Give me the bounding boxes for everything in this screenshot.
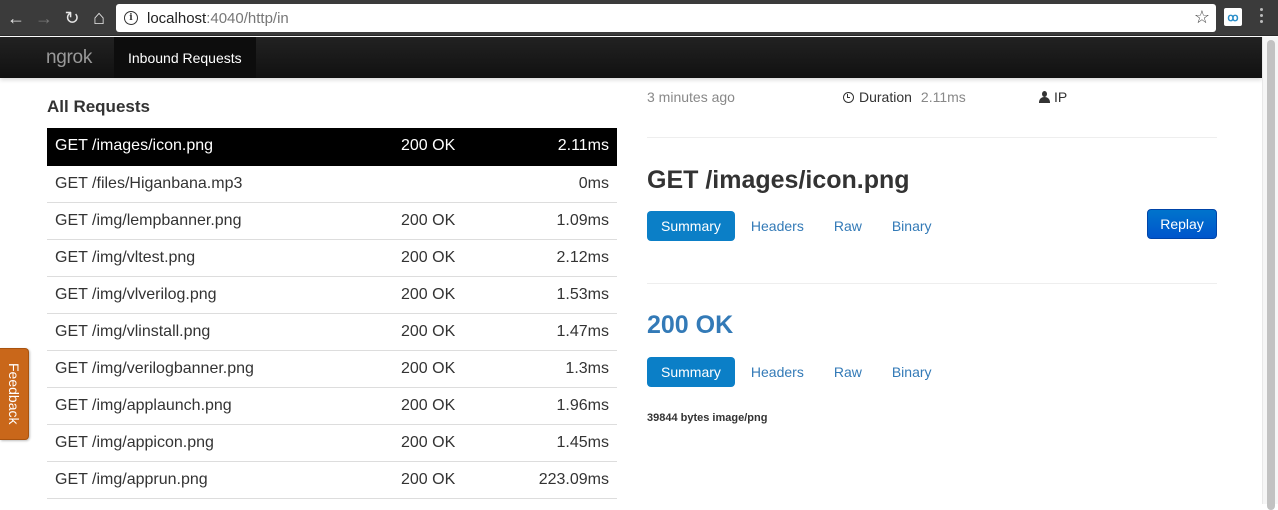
request-row[interactable]: GET /img/verilogbanner.png 200 OK 1.3ms — [47, 350, 617, 387]
request-tabs: Summary Headers Raw Binary — [647, 211, 946, 241]
request-path: GET /img/apprun.png — [55, 470, 208, 488]
request-duration: 1.09ms — [556, 211, 609, 229]
request-status: 200 OK — [401, 396, 456, 414]
user-icon — [1039, 91, 1050, 103]
request-path: GET /img/lempbanner.png — [55, 211, 242, 229]
request-row[interactable]: GET /img/apprun.png 200 OK 223.09ms — [47, 461, 617, 498]
arrow-left-icon: ← — [7, 7, 25, 28]
brand-logo[interactable]: ngrok — [46, 47, 92, 69]
url-text[interactable]: localhost:4040/http/in — [147, 10, 289, 27]
feedback-tab[interactable]: Feedback — [0, 348, 29, 440]
request-path: GET /img/vlinstall.png — [55, 322, 211, 340]
request-path: GET /img/vltest.png — [55, 248, 196, 266]
request-status: 200 OK — [401, 322, 456, 340]
request-status: 200 OK — [401, 433, 456, 451]
duration-label: Duration — [859, 89, 912, 105]
all-requests-title: All Requests — [47, 97, 150, 116]
response-tab-summary[interactable]: Summary — [647, 357, 735, 387]
request-path: GET /img/verilogbanner.png — [55, 359, 254, 377]
reload-button[interactable]: ↻ — [60, 6, 84, 30]
request-row[interactable]: GET /images/icon.png 200 OK 2.11ms — [47, 128, 617, 165]
request-duration: 1.47ms — [556, 322, 609, 340]
response-status-title: 200 OK — [647, 311, 734, 339]
response-tab-headers[interactable]: Headers — [737, 357, 818, 387]
request-path: GET /files/Higanbana.mp3 — [55, 174, 243, 192]
request-status: 200 OK — [401, 285, 456, 303]
arrow-right-icon: → — [35, 7, 53, 28]
nav-tab-inbound-requests[interactable]: Inbound Requests — [114, 37, 256, 78]
info-icon[interactable]: i — [124, 11, 138, 25]
feedback-label: Feedback — [6, 363, 22, 425]
request-status: 200 OK — [401, 211, 456, 229]
app-navbar: ngrok Inbound Requests — [0, 37, 1262, 78]
back-button[interactable]: ← — [4, 6, 28, 30]
request-path: GET /images/icon.png — [55, 137, 214, 155]
scrollbar-thumb[interactable] — [1267, 40, 1275, 510]
url-host: localhost — [147, 9, 207, 27]
home-icon: ⌂ — [92, 6, 106, 29]
request-status — [393, 165, 503, 202]
request-path: GET /img/appicon.png — [55, 433, 214, 451]
request-status: 200 OK — [401, 359, 456, 377]
request-duration: 1.3ms — [565, 359, 609, 377]
request-path: GET /img/applaunch.png — [55, 396, 232, 414]
response-tabs: Summary Headers Raw Binary — [647, 357, 946, 387]
reload-icon: ↻ — [64, 7, 80, 28]
request-duration: 0ms — [578, 174, 609, 192]
request-row[interactable]: GET /img/vltest.png 200 OK 2.12ms — [47, 239, 617, 276]
request-row[interactable]: GET /img/vlinstall.png 200 OK 1.47ms — [47, 313, 617, 350]
request-row[interactable]: GET /img/lempbanner.png 200 OK 1.09ms — [47, 202, 617, 239]
request-row[interactable]: GET /img/appicon.png 200 OK 1.45ms — [47, 424, 617, 461]
ip-info: IP — [1039, 89, 1067, 105]
extension-icon[interactable]: ꝏ — [1224, 8, 1242, 26]
forward-button[interactable]: → — [32, 6, 56, 30]
time-ago: 3 minutes ago — [647, 89, 735, 105]
duration-info: Duration 2.11ms — [843, 89, 966, 105]
request-duration: 223.09ms — [538, 470, 609, 488]
request-duration: 1.45ms — [556, 433, 609, 451]
request-path: GET /img/vlverilog.png — [55, 285, 217, 303]
request-title: GET /images/icon.png — [647, 166, 910, 194]
request-tab-headers[interactable]: Headers — [737, 211, 818, 241]
ip-label: IP — [1054, 89, 1068, 105]
browser-toolbar: ← → ↻ ⌂ i localhost:4040/http/in ☆ ꝏ — [0, 0, 1278, 36]
divider — [647, 137, 1217, 138]
request-row[interactable]: GET /files/Higanbana.mp3 0ms — [47, 165, 617, 202]
clock-icon — [843, 91, 854, 103]
extension-glyph: ꝏ — [1227, 11, 1239, 24]
request-tab-raw[interactable]: Raw — [820, 211, 876, 241]
duration-value: 2.11ms — [920, 89, 966, 105]
request-duration: 1.96ms — [556, 396, 609, 414]
divider — [647, 283, 1217, 284]
request-duration: 1.53ms — [556, 285, 609, 303]
address-bar[interactable]: i localhost:4040/http/in ☆ — [116, 4, 1216, 32]
page-scrollbar[interactable] — [1262, 37, 1278, 510]
response-body-info: 39844 bytes image/png — [647, 412, 768, 424]
home-button[interactable]: ⌂ — [87, 6, 111, 30]
replay-button[interactable]: Replay — [1147, 209, 1217, 239]
request-status: 200 OK — [401, 470, 456, 488]
request-duration: 2.11ms — [557, 137, 609, 155]
request-row[interactable]: GET /img/applaunch.png 200 OK 1.96ms — [47, 387, 617, 424]
request-status: 200 OK — [401, 137, 456, 155]
request-tab-binary[interactable]: Binary — [878, 211, 946, 241]
request-duration: 2.12ms — [556, 248, 609, 266]
request-row[interactable]: GET /img/vlverilog.png 200 OK 1.53ms — [47, 276, 617, 313]
star-icon[interactable]: ☆ — [1194, 7, 1210, 28]
request-meta: 3 minutes ago Duration 2.11ms IP — [647, 89, 1217, 107]
response-tab-raw[interactable]: Raw — [820, 357, 876, 387]
request-status: 200 OK — [401, 248, 456, 266]
request-tab-summary[interactable]: Summary — [647, 211, 735, 241]
response-tab-binary[interactable]: Binary — [878, 357, 946, 387]
browser-menu-button[interactable] — [1258, 8, 1264, 23]
url-path: :4040/http/in — [206, 9, 289, 27]
requests-table: GET /images/icon.png 200 OK 2.11ms GET /fil… — [47, 128, 617, 499]
